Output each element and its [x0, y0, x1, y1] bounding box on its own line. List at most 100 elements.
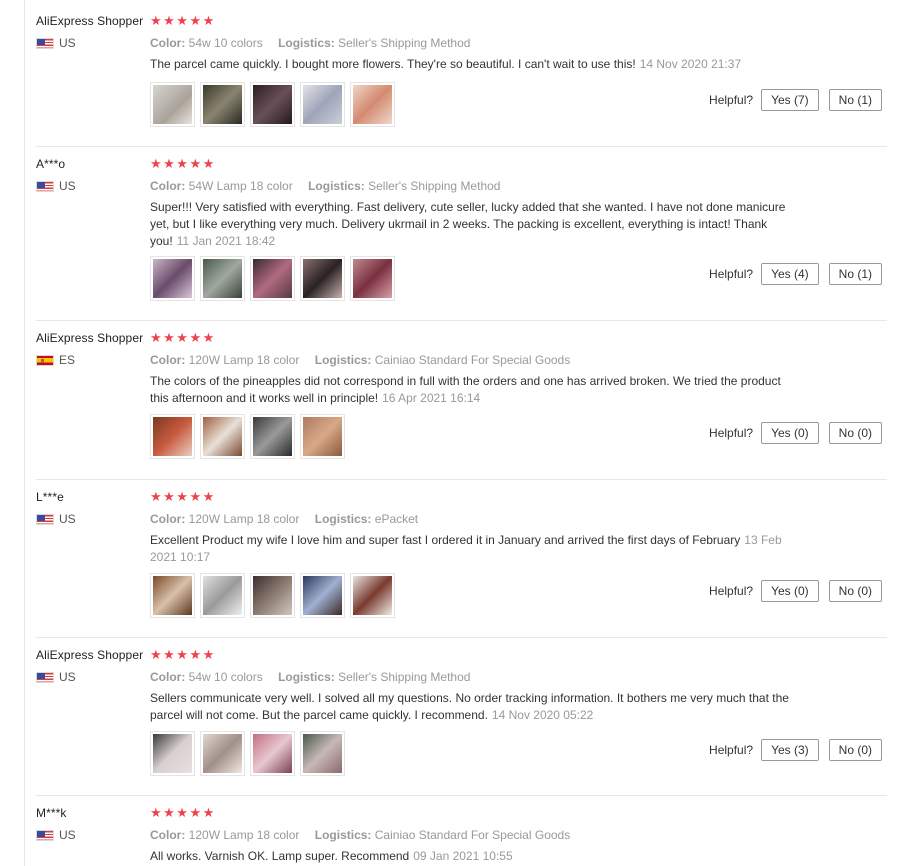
reviewer-info: AliExpress Shopper US — [36, 648, 146, 684]
review-body: ★★★★★ Color: 54w 10 colors Logistics: Se… — [150, 648, 890, 724]
review-meta: Color: 54w 10 colors Logistics: Seller's… — [150, 670, 890, 685]
photo-image — [153, 576, 192, 615]
helpful-label: Helpful? — [709, 743, 754, 757]
reviewer-info: M***k US — [36, 806, 146, 842]
color-value: 120W Lamp 18 color — [188, 828, 300, 842]
review-photo-thumbnail[interactable] — [300, 256, 345, 301]
review-photo-thumbnail[interactable] — [350, 256, 395, 301]
review-photo-thumbnail[interactable] — [200, 414, 245, 459]
reviewer-info: AliExpress Shopper US — [36, 14, 146, 50]
reviewer-name: L***e — [36, 490, 64, 504]
review-item: AliExpress Shopper US ★★★★★ Color: 54w 1… — [36, 14, 887, 147]
country-code: US — [59, 828, 76, 842]
review-photo-thumbnail[interactable] — [250, 256, 295, 301]
photo-image — [303, 576, 342, 615]
us-flag-icon — [36, 829, 54, 841]
review-photos — [150, 414, 345, 459]
logistics-label: Logistics: — [308, 179, 365, 193]
review-item: A***o US ★★★★★ Color: 54W Lamp 18 color … — [36, 157, 887, 321]
helpful-yes-button[interactable]: Yes (4) — [761, 263, 819, 285]
helpful-yes-button[interactable]: Yes (0) — [761, 422, 819, 444]
logistics-value: Cainiao Standard For Special Goods — [374, 828, 571, 842]
color-label: Color: — [150, 179, 186, 193]
color-label: Color: — [150, 670, 186, 684]
helpful-no-button[interactable]: No (1) — [828, 89, 882, 111]
reviewer-country: US — [36, 179, 146, 193]
review-photo-thumbnail[interactable] — [200, 256, 245, 301]
star-rating: ★★★★★ — [150, 647, 216, 662]
star-rating: ★★★★★ — [150, 330, 216, 345]
us-flag-icon — [36, 37, 54, 49]
review-text: The colors of the pineapples did not cor… — [150, 373, 800, 407]
helpful-vote: Helpful? Yes (0) No (0) — [709, 580, 882, 602]
review-body: ★★★★★ Color: 120W Lamp 18 color Logistic… — [150, 806, 890, 865]
review-photo-thumbnail[interactable] — [150, 256, 195, 301]
country-code: US — [59, 179, 76, 193]
review-meta: Color: 120W Lamp 18 color Logistics: ePa… — [150, 512, 890, 527]
photo-image — [153, 417, 192, 456]
reviewer-name: AliExpress Shopper — [36, 14, 144, 28]
photo-image — [353, 85, 392, 124]
review-photo-thumbnail[interactable] — [300, 82, 345, 127]
review-photo-thumbnail[interactable] — [200, 82, 245, 127]
us-flag-icon — [36, 671, 54, 683]
helpful-vote: Helpful? Yes (0) No (0) — [709, 422, 882, 444]
helpful-no-button[interactable]: No (0) — [828, 739, 882, 761]
color-value: 54W Lamp 18 color — [188, 179, 293, 193]
review-meta: Color: 54w 10 colors Logistics: Seller's… — [150, 36, 890, 51]
color-label: Color: — [150, 828, 186, 842]
review-photo-thumbnail[interactable] — [150, 82, 195, 127]
review-photo-thumbnail[interactable] — [250, 82, 295, 127]
review-photo-thumbnail[interactable] — [200, 731, 245, 776]
star-rating: ★★★★★ — [150, 13, 216, 28]
review-content: Sellers communicate very well. I solved … — [150, 691, 789, 722]
review-photos — [150, 256, 395, 301]
review-text: Excellent Product my wife I love him and… — [150, 532, 800, 566]
logistics-label: Logistics: — [314, 353, 372, 367]
country-code: US — [59, 512, 76, 526]
country-code: US — [59, 670, 76, 684]
photo-image — [203, 259, 242, 298]
photo-image — [153, 85, 192, 124]
logistics-value: Seller's Shipping Method — [338, 36, 471, 50]
review-photo-thumbnail[interactable] — [300, 731, 345, 776]
color-value: 120W Lamp 18 color — [188, 512, 300, 526]
review-body: ★★★★★ Color: 54W Lamp 18 color Logistics… — [150, 157, 890, 250]
review-photo-thumbnail[interactable] — [250, 414, 295, 459]
photo-image — [353, 259, 392, 298]
star-rating: ★★★★★ — [150, 489, 216, 504]
helpful-no-button[interactable]: No (1) — [828, 263, 882, 285]
us-flag-icon — [36, 180, 54, 192]
helpful-no-button[interactable]: No (0) — [828, 422, 882, 444]
review-photo-thumbnail[interactable] — [250, 573, 295, 618]
helpful-yes-button[interactable]: Yes (0) — [761, 580, 819, 602]
review-text: The parcel came quickly. I bought more f… — [150, 56, 800, 73]
reviewer-country: US — [36, 828, 146, 842]
helpful-vote: Helpful? Yes (3) No (0) — [709, 739, 882, 761]
helpful-no-button[interactable]: No (0) — [828, 580, 882, 602]
review-date: 11 Jan 2021 18:42 — [176, 234, 276, 248]
color-label: Color: — [150, 353, 186, 367]
review-text: All works. Varnish OK. Lamp super. Recom… — [150, 848, 800, 865]
review-item: AliExpress Shopper US ★★★★★ Color: 54w 1… — [36, 648, 887, 796]
photo-image — [203, 85, 242, 124]
review-text: Super!!! Very satisfied with everything.… — [150, 199, 800, 250]
review-photo-thumbnail[interactable] — [150, 573, 195, 618]
review-photo-thumbnail[interactable] — [350, 573, 395, 618]
review-photo-thumbnail[interactable] — [250, 731, 295, 776]
review-photo-thumbnail[interactable] — [150, 414, 195, 459]
review-meta: Color: 120W Lamp 18 color Logistics: Cai… — [150, 828, 890, 843]
star-rating: ★★★★★ — [150, 805, 216, 820]
country-code: ES — [59, 353, 76, 367]
review-content: Excellent Product my wife I love him and… — [150, 533, 741, 547]
review-date: 14 Nov 2020 05:22 — [491, 708, 594, 722]
review-photo-thumbnail[interactable] — [150, 731, 195, 776]
review-photo-thumbnail[interactable] — [350, 82, 395, 127]
helpful-yes-button[interactable]: Yes (7) — [761, 89, 819, 111]
review-photo-thumbnail[interactable] — [300, 573, 345, 618]
review-body: ★★★★★ Color: 54w 10 colors Logistics: Se… — [150, 14, 890, 73]
review-photo-thumbnail[interactable] — [300, 414, 345, 459]
review-photo-thumbnail[interactable] — [200, 573, 245, 618]
logistics-label: Logistics: — [278, 670, 335, 684]
helpful-yes-button[interactable]: Yes (3) — [761, 739, 819, 761]
